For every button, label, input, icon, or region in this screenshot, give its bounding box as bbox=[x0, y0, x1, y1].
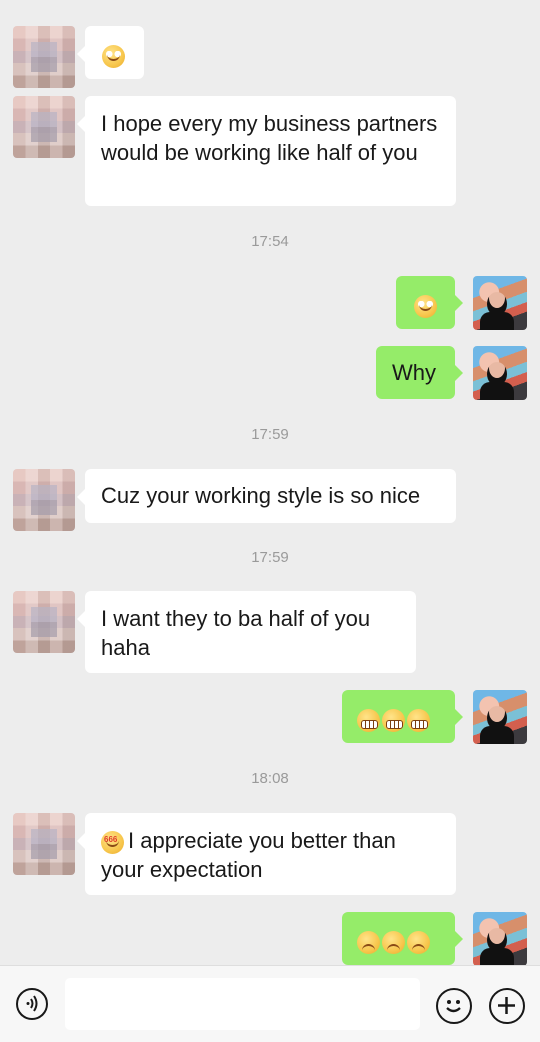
message-bubble[interactable] bbox=[342, 690, 463, 743]
add-icon[interactable] bbox=[489, 988, 525, 1024]
message-text: Why bbox=[392, 360, 436, 385]
message-bubble[interactable]: Why bbox=[376, 346, 463, 399]
message-bubble[interactable] bbox=[77, 26, 144, 79]
monocle-icon bbox=[101, 825, 124, 854]
timestamp: 17:59 bbox=[251, 426, 289, 443]
user-avatar[interactable] bbox=[473, 912, 527, 965]
grin-icon bbox=[382, 708, 405, 732]
message-text: I appreciate you better than your expect… bbox=[101, 828, 396, 882]
contact-avatar[interactable] bbox=[13, 813, 75, 875]
message-input[interactable] bbox=[65, 978, 420, 1030]
voice-icon[interactable] bbox=[16, 988, 48, 1020]
user-avatar[interactable] bbox=[473, 690, 527, 744]
frown-icon bbox=[407, 930, 430, 954]
message-text: I want they to ba half of you haha bbox=[101, 606, 371, 660]
emoji-icon[interactable] bbox=[436, 988, 472, 1024]
message-text: Cuz your working style is so nice bbox=[101, 483, 421, 508]
message-bubble[interactable]: I want they to ba half of you haha bbox=[77, 591, 416, 673]
message-bubble[interactable]: I hope every my business partners would … bbox=[77, 96, 456, 206]
message-text: I hope every my business partners would … bbox=[101, 111, 438, 165]
user-avatar[interactable] bbox=[473, 276, 527, 330]
grin-icon bbox=[407, 708, 430, 732]
emoji-icon bbox=[102, 44, 125, 68]
emoji-icon bbox=[414, 294, 437, 318]
contact-avatar[interactable] bbox=[13, 26, 75, 88]
contact-avatar[interactable] bbox=[13, 469, 75, 531]
contact-avatar[interactable] bbox=[13, 591, 75, 653]
message-bubble[interactable]: Cuz your working style is so nice bbox=[77, 469, 456, 523]
user-avatar[interactable] bbox=[473, 346, 527, 400]
message-bubble[interactable]: I appreciate you better than your expect… bbox=[77, 813, 456, 895]
timestamp: 17:59 bbox=[251, 549, 289, 566]
frown-icon bbox=[382, 930, 405, 954]
frown-icon bbox=[357, 930, 380, 954]
input-bar bbox=[0, 965, 540, 1042]
message-bubble[interactable] bbox=[396, 276, 463, 329]
contact-avatar[interactable] bbox=[13, 96, 75, 158]
timestamp: 18:08 bbox=[251, 770, 289, 787]
chat-area: I hope every my business partners would … bbox=[0, 0, 540, 965]
message-bubble[interactable] bbox=[342, 912, 463, 965]
grin-icon bbox=[357, 708, 380, 732]
timestamp: 17:54 bbox=[251, 233, 289, 250]
